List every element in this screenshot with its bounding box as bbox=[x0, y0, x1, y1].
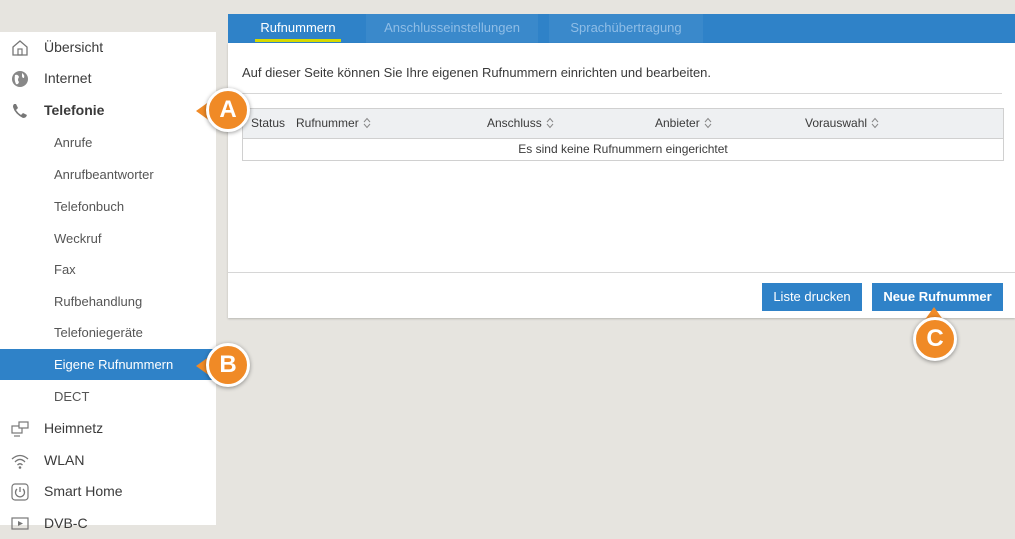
sidebar-item-internet[interactable]: Internet bbox=[0, 63, 216, 94]
content-panel: Auf dieser Seite können Sie Ihre eigenen… bbox=[228, 43, 1015, 318]
sidebar-item-dect[interactable]: DECT bbox=[0, 381, 216, 412]
sidebar-item-heimnetz[interactable]: Heimnetz bbox=[0, 413, 216, 444]
tab-rufnummern[interactable]: Rufnummern bbox=[241, 14, 355, 43]
divider bbox=[228, 272, 1015, 273]
column-anschluss[interactable]: Anschluss bbox=[487, 109, 554, 138]
sidebar-item-telefoniegeraete[interactable]: Telefoniegeräte bbox=[0, 317, 216, 348]
sidebar-item-label: Telefoniegeräte bbox=[54, 325, 143, 340]
network-icon bbox=[11, 421, 29, 437]
callout-b: B bbox=[206, 343, 250, 387]
sidebar-item-anrufbeantworter[interactable]: Anrufbeantworter bbox=[0, 159, 216, 190]
sidebar-item-label: Fax bbox=[54, 262, 76, 277]
sidebar-item-label: Heimnetz bbox=[44, 420, 104, 436]
sidebar-item-label: Telefonie bbox=[44, 102, 105, 118]
table-header: Status Rufnummer Anschluss Anbieter Vora… bbox=[242, 108, 1004, 139]
sidebar-item-label: Anrufe bbox=[54, 135, 93, 150]
sidebar-item-label: Anrufbeantworter bbox=[54, 167, 154, 182]
column-label: Anbieter bbox=[655, 116, 700, 130]
sidebar-item-label: Smart Home bbox=[44, 483, 123, 499]
sidebar-item-smart-home[interactable]: Smart Home bbox=[0, 476, 216, 507]
tv-icon bbox=[11, 517, 29, 530]
sort-icon[interactable] bbox=[704, 117, 712, 129]
sidebar-item-label: DECT bbox=[54, 389, 90, 404]
globe-icon bbox=[12, 71, 28, 87]
column-anbieter[interactable]: Anbieter bbox=[655, 109, 712, 138]
sort-icon[interactable] bbox=[546, 117, 554, 129]
sort-icon[interactable] bbox=[363, 117, 371, 129]
sidebar-item-label: Rufbehandlung bbox=[54, 294, 143, 309]
sidebar-item-label: DVB-C bbox=[44, 515, 88, 531]
sidebar-item-wlan[interactable]: WLAN bbox=[0, 445, 216, 476]
column-rufnummer[interactable]: Rufnummer bbox=[296, 109, 371, 138]
sort-icon[interactable] bbox=[871, 117, 879, 129]
table-empty-row: Es sind keine Rufnummern eingerichtet bbox=[242, 139, 1004, 161]
callout-a: A bbox=[206, 88, 250, 132]
sidebar-item-telefonbuch[interactable]: Telefonbuch bbox=[0, 191, 216, 222]
column-label: Rufnummer bbox=[296, 116, 359, 130]
sidebar-item-label: WLAN bbox=[44, 452, 85, 468]
column-vorauswahl[interactable]: Vorauswahl bbox=[805, 109, 879, 138]
tab-sprachuebertragung[interactable]: Sprachübertragung bbox=[549, 14, 703, 43]
print-list-button[interactable]: Liste drucken bbox=[762, 283, 862, 311]
sidebar-item-anrufe[interactable]: Anrufe bbox=[0, 127, 216, 158]
sidebar-item-fax[interactable]: Fax bbox=[0, 254, 216, 285]
sidebar-item-rufbehandlung[interactable]: Rufbehandlung bbox=[0, 286, 216, 317]
power-icon bbox=[11, 483, 29, 501]
divider bbox=[242, 93, 1002, 94]
wifi-icon bbox=[11, 454, 29, 469]
home-icon bbox=[12, 40, 28, 56]
sidebar-item-label: Weckruf bbox=[54, 231, 102, 246]
sidebar-item-uebersicht[interactable]: Übersicht bbox=[0, 32, 216, 63]
column-label: Status bbox=[251, 116, 286, 130]
sidebar: Übersicht Internet Telefonie Anrufe Anru… bbox=[0, 32, 216, 531]
column-status: Status bbox=[251, 109, 285, 138]
column-label: Anschluss bbox=[487, 116, 542, 130]
sidebar-item-label: Internet bbox=[44, 70, 92, 86]
sidebar-item-dvb-c[interactable]: DVB-C bbox=[0, 508, 216, 539]
sidebar-item-weckruf[interactable]: Weckruf bbox=[0, 223, 216, 254]
sidebar-item-label: Telefonbuch bbox=[54, 199, 125, 214]
callout-c: C bbox=[913, 317, 957, 361]
page-intro: Auf dieser Seite können Sie Ihre eigenen… bbox=[242, 65, 712, 80]
column-label: Vorauswahl bbox=[805, 116, 868, 130]
top-bar bbox=[0, 0, 1015, 14]
tab-anschlusseinstellungen[interactable]: Anschlusseinstellungen bbox=[366, 14, 538, 43]
sidebar-item-telefonie[interactable]: Telefonie bbox=[0, 95, 216, 126]
sidebar-item-label: Übersicht bbox=[44, 39, 104, 55]
sidebar-item-eigene-rufnummern[interactable]: Eigene Rufnummern bbox=[0, 349, 216, 380]
phone-icon bbox=[13, 104, 27, 118]
sidebar-item-label: Eigene Rufnummern bbox=[54, 357, 174, 372]
